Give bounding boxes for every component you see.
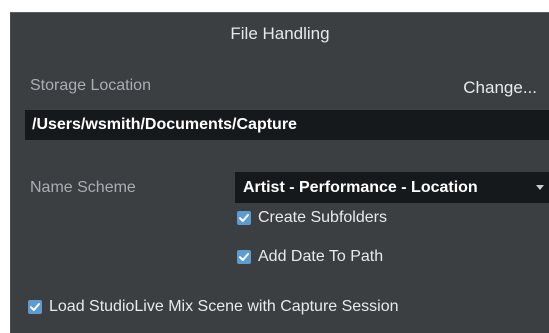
create-subfolders-label: Create Subfolders — [258, 209, 387, 226]
name-scheme-value: Artist - Performance - Location — [243, 179, 478, 196]
create-subfolders-checkbox[interactable]: Create Subfolders — [237, 209, 387, 227]
name-scheme-dropdown[interactable]: Artist - Performance - Location — [235, 172, 549, 203]
load-mix-scene-checkbox[interactable]: Load StudioLive Mix Scene with Capture S… — [28, 298, 399, 316]
checkmark-icon — [237, 211, 251, 225]
add-date-to-path-checkbox[interactable]: Add Date To Path — [237, 248, 383, 266]
chevron-down-icon — [536, 185, 544, 190]
change-location-button[interactable]: Change... — [463, 78, 537, 98]
file-handling-panel: File Handling Storage Location Change...… — [10, 12, 549, 333]
load-mix-scene-label: Load StudioLive Mix Scene with Capture S… — [49, 298, 399, 315]
storage-path-field: /Users/wsmith/Documents/Capture — [25, 110, 549, 140]
name-scheme-label: Name Scheme — [30, 179, 136, 196]
storage-location-label: Storage Location — [30, 77, 151, 94]
panel-title: File Handling — [230, 24, 330, 43]
checkmark-icon — [28, 300, 42, 314]
checkmark-icon — [237, 250, 251, 264]
add-date-to-path-label: Add Date To Path — [258, 248, 384, 265]
